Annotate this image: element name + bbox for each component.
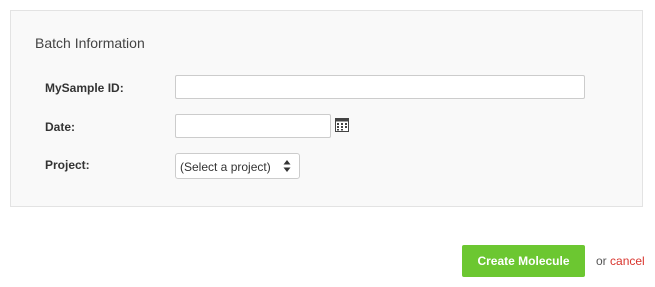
- project-select[interactable]: (Select a project): [175, 153, 300, 179]
- batch-information-panel: Batch Information MySample ID: Date: Pro…: [10, 10, 643, 207]
- date-input[interactable]: [175, 114, 331, 138]
- date-label: Date:: [45, 120, 76, 134]
- cancel-area: or cancel: [596, 254, 645, 268]
- up-down-arrows-icon: [283, 160, 291, 172]
- create-molecule-button[interactable]: Create Molecule: [462, 245, 585, 277]
- cancel-link[interactable]: cancel: [610, 254, 645, 268]
- or-text: or: [596, 254, 607, 268]
- calendar-icon[interactable]: [335, 118, 349, 132]
- project-label: Project:: [45, 158, 90, 172]
- project-select-value: (Select a project): [180, 160, 271, 174]
- panel-title: Batch Information: [35, 35, 145, 51]
- sample-id-label: MySample ID:: [45, 81, 124, 95]
- sample-id-input[interactable]: [175, 75, 585, 99]
